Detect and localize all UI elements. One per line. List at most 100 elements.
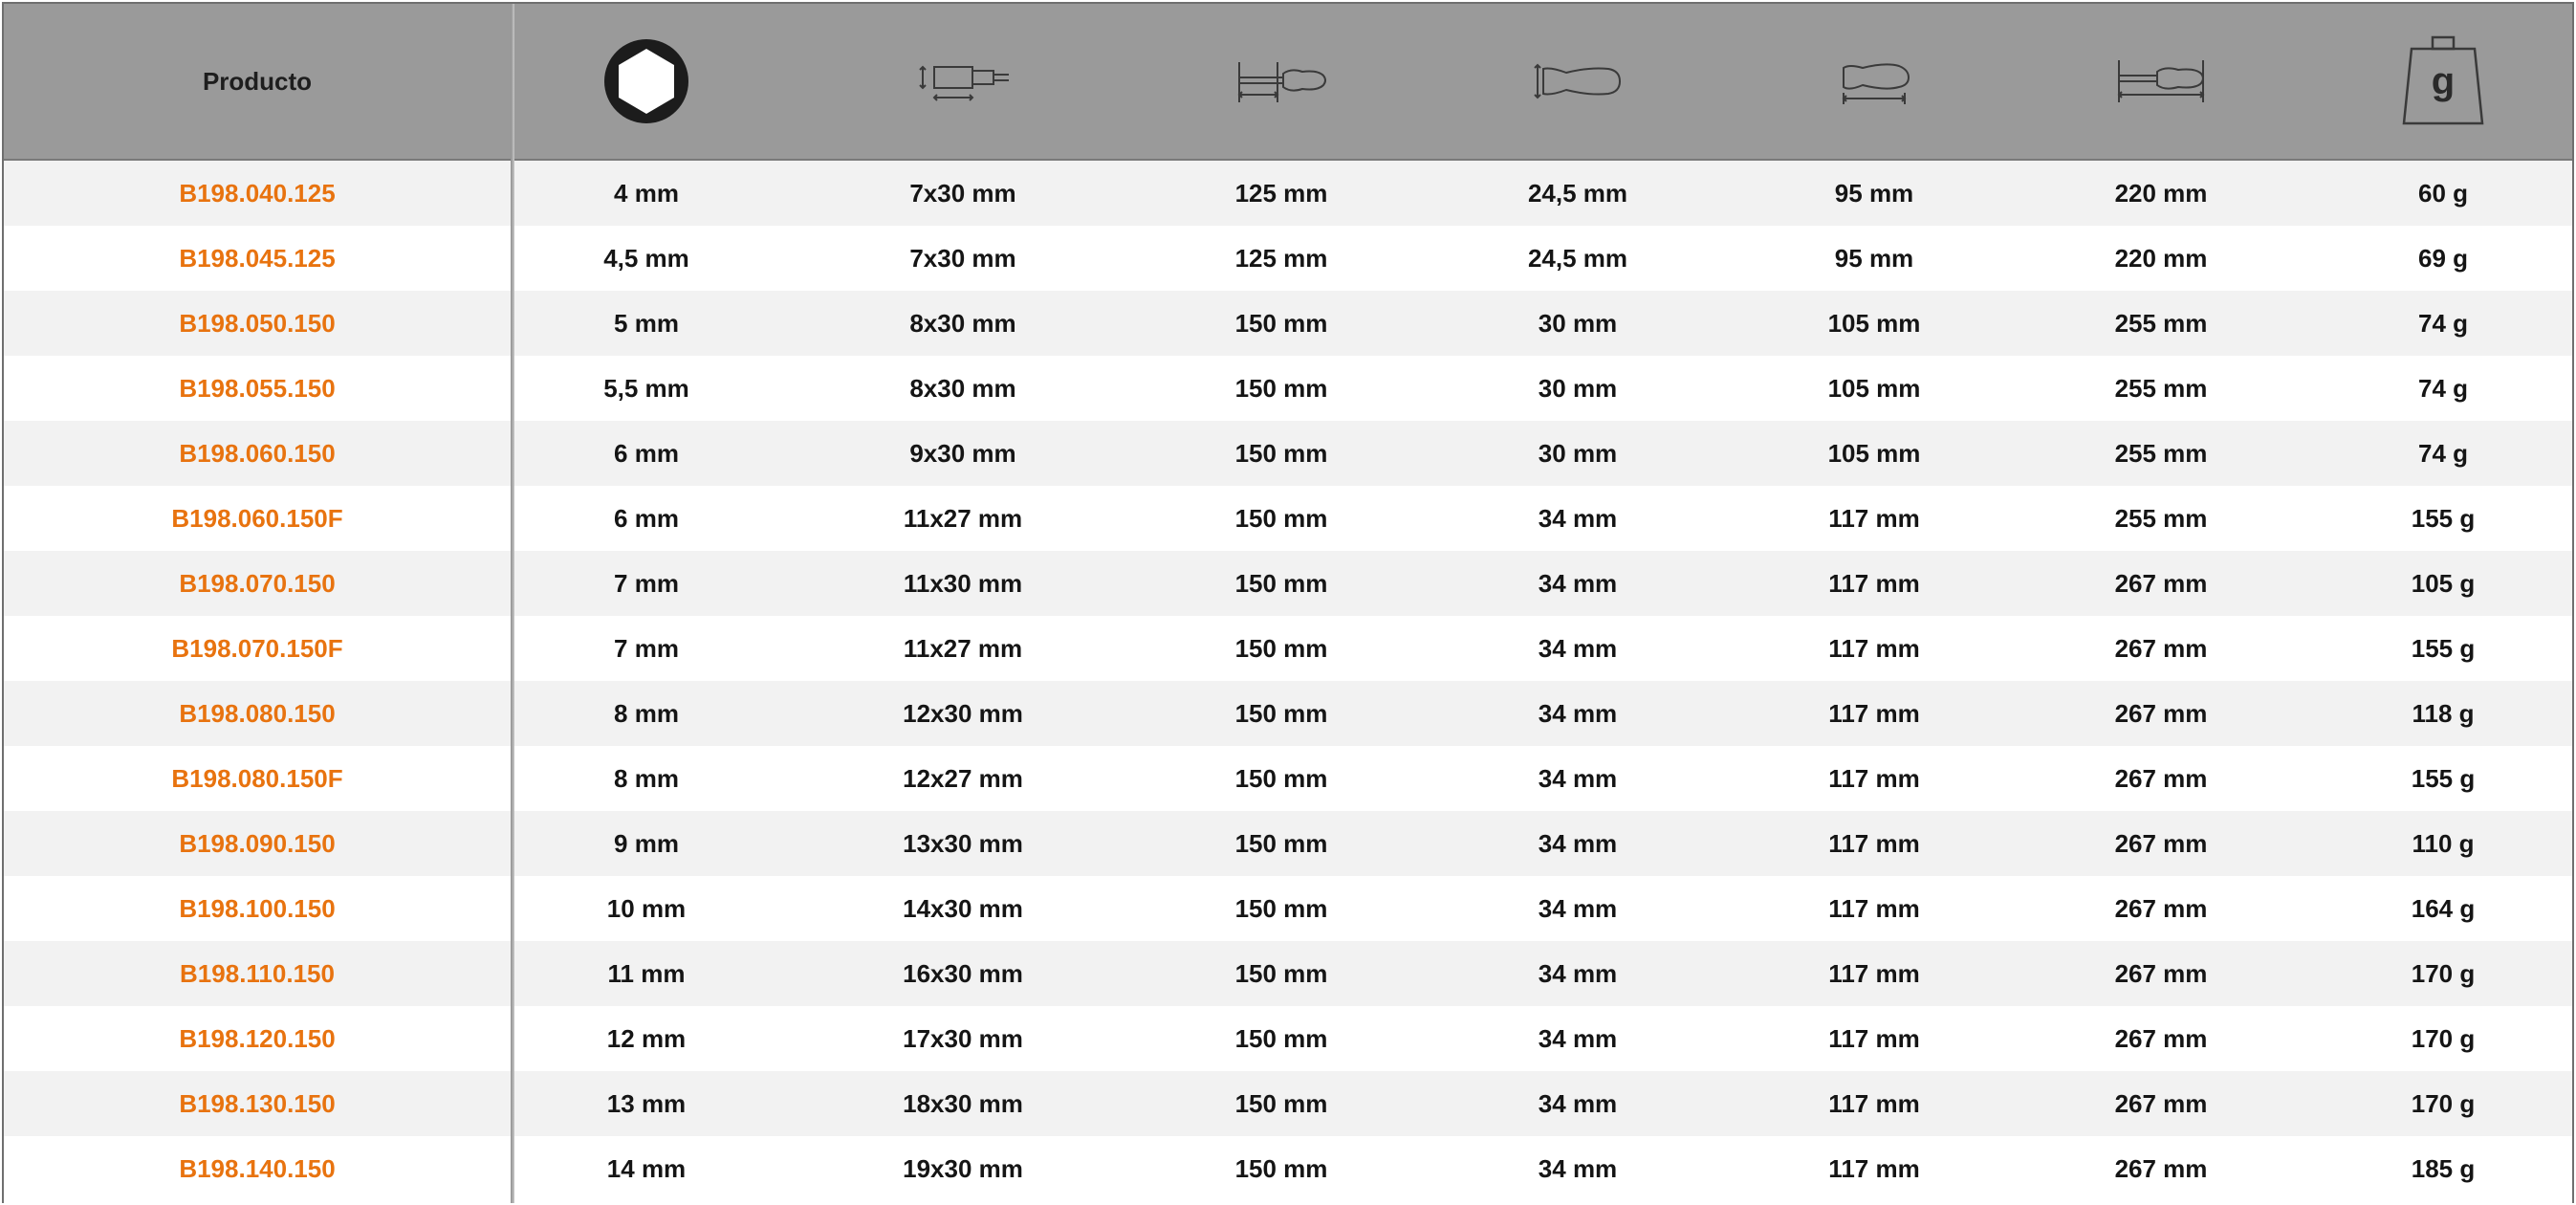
total-length-cell: 267 mm [2114,1088,2208,1118]
product-code-cell[interactable]: B198.080.150F [4,746,511,811]
hex-size-cell: 5 mm [614,308,679,338]
handle-length-cell: 117 mm [1828,698,1920,728]
product-code-cell[interactable]: B198.060.150 [4,421,511,486]
hex-size-cell: 13 mm [606,1088,687,1118]
handle-diameter-cell: 34 mm [1538,1023,1618,1053]
total-length-cell: 255 mm [2114,503,2208,533]
header-hex-size [514,4,778,159]
blade-length-cell: 125 mm [1234,243,1328,273]
hex-size-cell: 4 mm [614,178,679,208]
product-code-cell[interactable]: B198.080.150 [4,681,511,746]
hex-size-cell: 6 mm [614,503,679,533]
total-length-cell: 255 mm [2114,438,2208,468]
weight-cell: 105 g [2411,568,2476,598]
header-total-length [2008,4,2314,159]
weight-cell: 69 g [2417,243,2469,273]
socket-dimensions-cell: 8x30 mm [909,308,1016,338]
table-row: B198.080.150 8 mm 12x30 mm 150 mm 34 mm 117 m… [4,681,2572,746]
total-length-cell: 267 mm [2114,958,2208,988]
handle-length-cell: 117 mm [1828,958,1920,988]
weight-cell: 60 g [2417,178,2469,208]
weight-cell: 74 g [2417,438,2469,468]
blade-length-cell: 150 mm [1234,308,1328,338]
weight-icon: g [2400,35,2486,127]
hex-size-cell: 4,5 mm [603,243,689,273]
table-row: B198.130.150 13 mm 18x30 mm 150 mm 34 mm 117 … [4,1071,2572,1136]
socket-dimensions-cell: 16x30 mm [903,958,1023,988]
handle-length-icon [1836,55,1912,108]
handle-diameter-cell: 34 mm [1538,828,1618,858]
handle-diameter-cell: 30 mm [1538,438,1618,468]
handle-diameter-cell: 34 mm [1538,893,1618,923]
blade-length-cell: 150 mm [1234,1023,1328,1053]
product-code-cell[interactable]: B198.040.125 [4,161,511,226]
hex-size-cell: 6 mm [614,438,679,468]
product-code-cell[interactable]: B198.120.150 [4,1006,511,1071]
weight-cell: 170 g [2411,1088,2476,1118]
blade-length-cell: 150 mm [1234,893,1328,923]
handle-length-cell: 117 mm [1828,1023,1920,1053]
handle-length-cell: 95 mm [1834,243,1914,273]
total-length-cell: 220 mm [2114,178,2208,208]
hex-size-cell: 7 mm [614,568,679,598]
product-code-cell[interactable]: B198.050.150 [4,291,511,356]
header-product: Producto [4,4,511,159]
blade-length-cell: 150 mm [1234,958,1328,988]
socket-dimensions-icon [913,57,1013,105]
total-length-cell: 267 mm [2114,568,2208,598]
socket-dimensions-cell: 14x30 mm [903,893,1023,923]
spec-table: Producto g B198.040.125 4 mm 7x30 mm 125… [2,2,2574,1203]
total-length-cell: 267 mm [2114,893,2208,923]
handle-diameter-cell: 34 mm [1538,958,1618,988]
header-blade-length [1147,4,1415,159]
header-socket-dimensions [778,4,1147,159]
socket-dimensions-cell: 7x30 mm [909,178,1016,208]
handle-length-cell: 117 mm [1828,763,1920,793]
product-code-cell[interactable]: B198.130.150 [4,1071,511,1136]
weight-cell: 170 g [2411,1023,2476,1053]
socket-dimensions-cell: 13x30 mm [903,828,1023,858]
product-code-cell[interactable]: B198.055.150 [4,356,511,421]
product-code-cell[interactable]: B198.100.150 [4,876,511,941]
blade-length-cell: 150 mm [1234,698,1328,728]
product-code-cell[interactable]: B198.140.150 [4,1136,511,1201]
table-row: B198.100.150 10 mm 14x30 mm 150 mm 34 mm 117 … [4,876,2572,941]
handle-diameter-cell: 30 mm [1538,308,1618,338]
product-code-cell[interactable]: B198.060.150F [4,486,511,551]
blade-length-cell: 150 mm [1234,568,1328,598]
weight-cell: 155 g [2411,763,2476,793]
weight-cell: 170 g [2411,958,2476,988]
table-row: B198.140.150 14 mm 19x30 mm 150 mm 34 mm 117 … [4,1136,2572,1201]
table-row: B198.055.150 5,5 mm 8x30 mm 150 mm 30 mm 105 … [4,356,2572,421]
hex-size-cell: 11 mm [607,958,686,988]
product-code-cell[interactable]: B198.110.150 [4,941,511,1006]
socket-dimensions-cell: 12x30 mm [903,698,1023,728]
hex-size-cell: 7 mm [614,633,679,663]
product-code-cell[interactable]: B198.045.125 [4,226,511,291]
blade-length-cell: 150 mm [1234,828,1328,858]
blade-length-cell: 125 mm [1234,178,1328,208]
handle-length-cell: 117 mm [1828,1088,1920,1118]
table-row: B198.080.150F 8 mm 12x27 mm 150 mm 34 mm 117 … [4,746,2572,811]
weight-glyph: g [2431,60,2456,102]
handle-length-cell: 117 mm [1828,633,1920,663]
blade-length-cell: 150 mm [1234,503,1328,533]
handle-length-cell: 117 mm [1828,828,1920,858]
hex-size-cell: 14 mm [606,1153,687,1183]
table-row: B198.050.150 5 mm 8x30 mm 150 mm 30 mm 105 mm… [4,291,2572,356]
blade-length-cell: 150 mm [1234,1088,1328,1118]
socket-dimensions-cell: 18x30 mm [903,1088,1023,1118]
product-code-cell[interactable]: B198.070.150F [4,616,511,681]
blade-length-cell: 150 mm [1234,1153,1328,1183]
handle-length-cell: 105 mm [1827,438,1921,468]
product-code-cell[interactable]: B198.090.150 [4,811,511,876]
total-length-cell: 255 mm [2114,373,2208,403]
blade-length-cell: 150 mm [1234,438,1328,468]
socket-dimensions-cell: 8x30 mm [909,373,1016,403]
handle-diameter-cell: 24,5 mm [1527,243,1628,273]
header-product-label: Producto [202,66,313,96]
hex-size-cell: 10 mm [606,893,687,923]
handle-diameter-cell: 34 mm [1538,763,1618,793]
product-code-cell[interactable]: B198.070.150 [4,551,511,616]
hex-size-cell: 12 mm [606,1023,687,1053]
